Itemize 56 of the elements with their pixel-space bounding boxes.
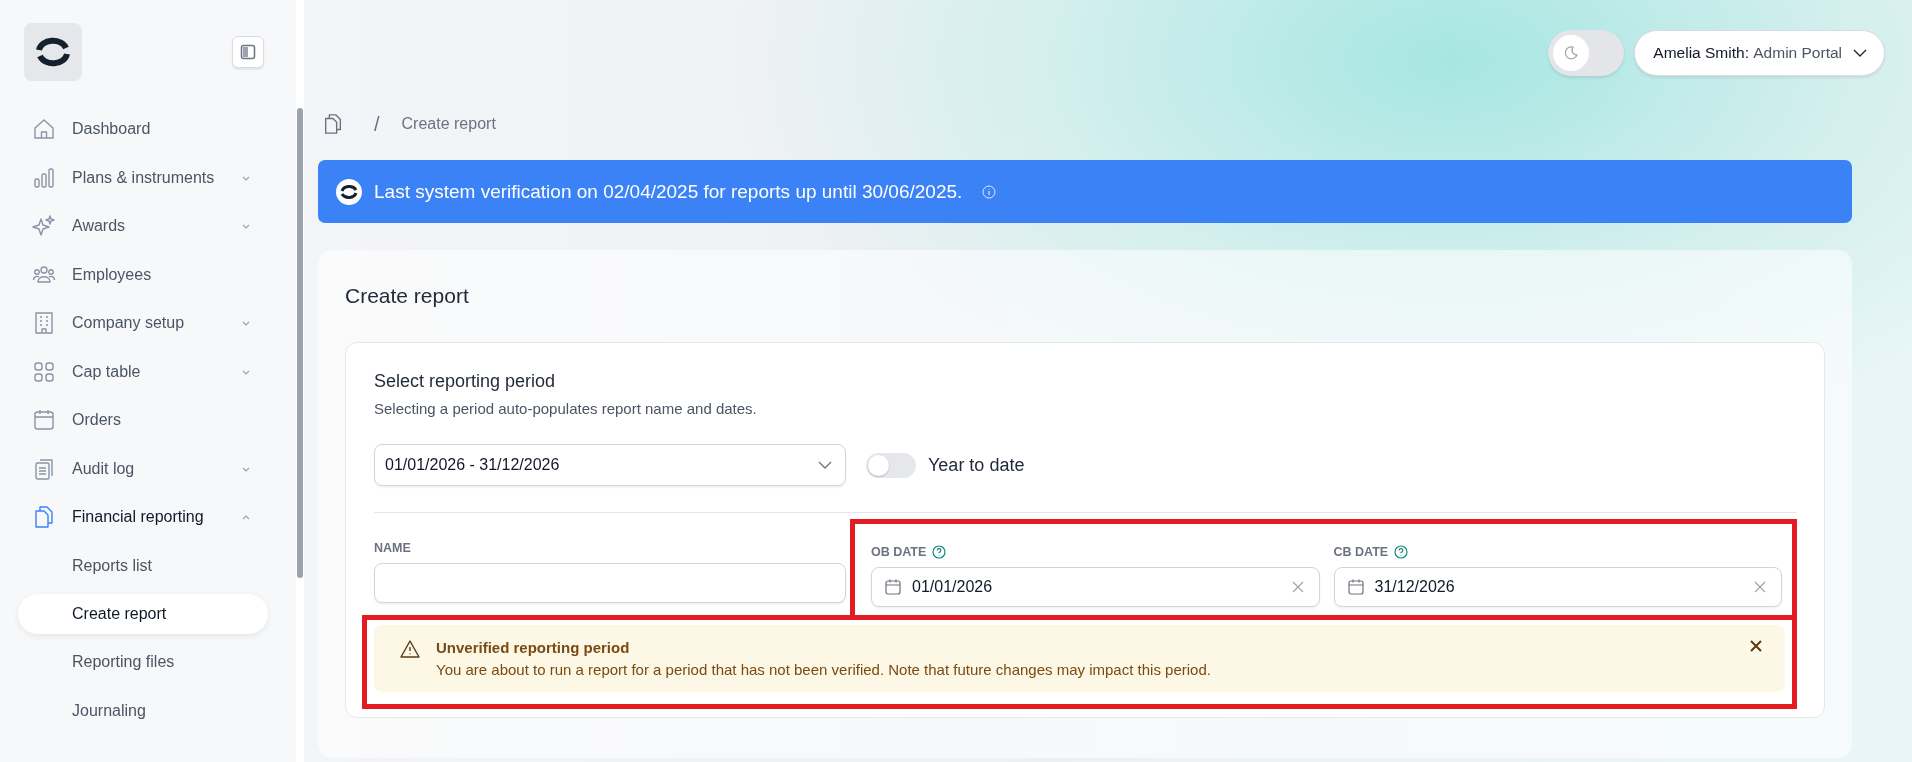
- period-dropdown[interactable]: 01/01/2026 - 31/12/2026: [374, 444, 846, 486]
- clear-icon[interactable]: [1753, 580, 1767, 594]
- section-title: Select reporting period: [374, 371, 557, 392]
- alert-title: Unverified reporting period: [436, 639, 631, 656]
- alert-message: You are about to run a report for a period that has not been verified. Note that future changes may impact this period.: [436, 661, 1212, 678]
- year-to-date-switch[interactable]: [866, 452, 916, 478]
- close-icon[interactable]: [1749, 639, 1763, 653]
- year-to-date-label: Year to date: [928, 454, 1025, 476]
- sidebar-subitem[interactable]: Reporting files: [18, 638, 268, 687]
- sidebar-item[interactable]: Audit log: [0, 444, 296, 493]
- warning-icon: [400, 639, 420, 659]
- clipboard-icon: [32, 456, 56, 481]
- panel-icon: [240, 44, 256, 60]
- sidebar-item[interactable]: Financial reporting: [0, 493, 296, 542]
- sidebar-item[interactable]: Company setup: [0, 299, 296, 348]
- sidebar-subitem[interactable]: Journaling: [18, 686, 268, 735]
- sidebar-item[interactable]: Employees: [0, 250, 296, 299]
- breadcrumb-separator: /: [374, 112, 380, 136]
- sidebar-item[interactable]: Plans & instruments: [0, 153, 296, 202]
- clear-icon[interactable]: [1290, 580, 1305, 594]
- house-icon: [32, 117, 56, 142]
- calendar-icon: [1346, 578, 1365, 596]
- field-label: CB DATE: [1333, 545, 1389, 559]
- field-label: OB DATE: [871, 545, 927, 559]
- documents-icon: [32, 505, 56, 530]
- info-icon[interactable]: [982, 184, 997, 199]
- sidebar-item[interactable]: Orders: [0, 396, 296, 445]
- sidebar-toggle-button[interactable]: [232, 36, 264, 68]
- calendar-icon: [32, 408, 56, 433]
- page-title: Create report: [345, 284, 470, 308]
- banner-text: Last system verification on 02/04/2025 for reports up until 30/06/2025.: [374, 180, 963, 203]
- section-description: Selecting a period auto-populates report name and dates.: [374, 400, 758, 417]
- help-icon[interactable]: [932, 545, 947, 559]
- help-icon[interactable]: [1394, 545, 1409, 559]
- name-input-field[interactable]: [374, 563, 846, 603]
- documents-icon[interactable]: [322, 113, 344, 135]
- logo[interactable]: [24, 23, 82, 81]
- bar-chart-icon: [32, 165, 56, 190]
- date-input-field[interactable]: 31/12/2026: [1333, 567, 1782, 607]
- moon-icon: [1563, 45, 1580, 61]
- sidebar-item[interactable]: Dashboard: [0, 105, 296, 154]
- theme-toggle[interactable]: [1548, 30, 1625, 76]
- sidebar-subitem[interactable]: Reports list: [18, 541, 268, 590]
- sidebar-item[interactable]: Cap table: [0, 347, 296, 396]
- scrollbar[interactable]: [296, 0, 304, 762]
- logo-icon: [35, 37, 71, 67]
- field-label: NAME: [374, 541, 412, 555]
- sidebar-item[interactable]: Awards: [0, 202, 296, 251]
- grid-icon: [32, 359, 56, 384]
- date-input-field[interactable]: 01/01/2026: [871, 567, 1320, 607]
- breadcrumb-current: Create report: [401, 115, 496, 133]
- sidebar-subitem[interactable]: Create report: [18, 594, 268, 634]
- building-icon: [32, 311, 56, 336]
- logo-icon: [336, 178, 362, 205]
- calendar-icon: [884, 578, 902, 596]
- user-menu-button[interactable]: Amelia Smith: Admin Portal: [1634, 30, 1885, 76]
